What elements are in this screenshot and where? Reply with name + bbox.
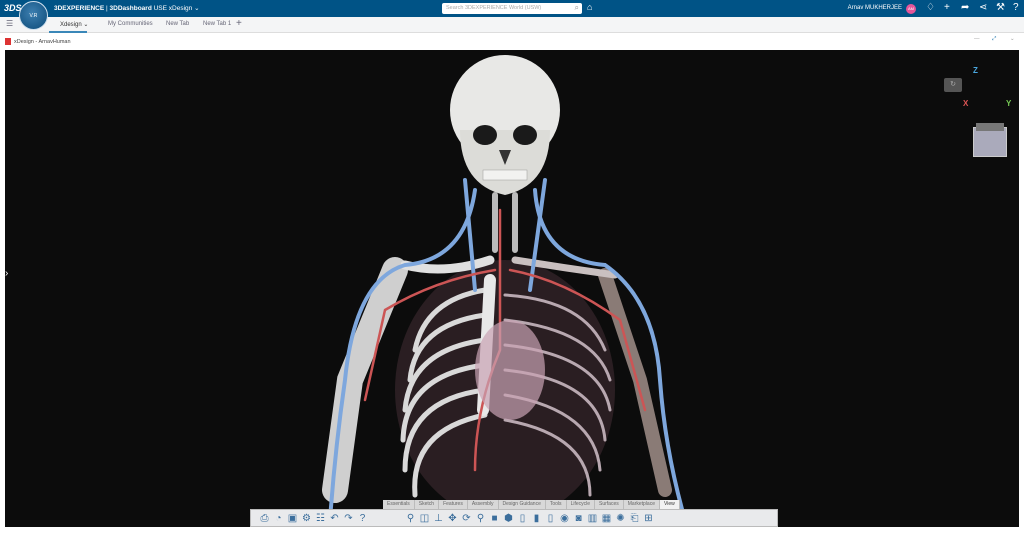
search-input[interactable]: Search 3DEXPERIENCE World (USW) ⌕ xyxy=(442,3,582,14)
avatar[interactable]: AM xyxy=(906,4,916,14)
toolbar-tab-lifecycle[interactable]: Lifecycle xyxy=(567,500,596,509)
rotate-icon[interactable]: ⟳ xyxy=(461,513,472,524)
add-icon[interactable]: + xyxy=(944,2,950,13)
minimize-icon[interactable]: — xyxy=(974,36,980,42)
expand-panel-icon[interactable]: › xyxy=(5,268,8,279)
tab-new-tab[interactable]: New Tab xyxy=(166,21,189,27)
chevron-down-icon: ⌄ xyxy=(194,5,200,12)
capture-icon[interactable]: ⎗ xyxy=(629,513,640,524)
normal-view-icon[interactable]: ⊥ xyxy=(433,513,444,524)
toolbar-tab-features[interactable]: Features xyxy=(439,500,468,509)
widget-title: xDesign - ArnavHuman xyxy=(14,39,71,45)
tab-bar: ☰ Xdesign ⌄ My Communities New Tab New T… xyxy=(0,17,1024,33)
history-icon[interactable]: ◔ xyxy=(273,513,284,524)
menu-icon[interactable]: ☰ xyxy=(6,19,13,28)
view-orientation-icon[interactable]: ■ xyxy=(489,513,500,524)
open-icon[interactable]: ⎙ xyxy=(259,513,270,524)
section-icon[interactable]: ⊞ xyxy=(643,513,654,524)
wireframe-icon[interactable]: ▯ xyxy=(545,513,556,524)
rotate-view-button[interactable]: ↻ xyxy=(944,78,962,92)
top-bar: 3DS 3DEXPERIENCE | 3DDashboard USE xDesi… xyxy=(0,0,1024,17)
toolbar-tab-design-guidance[interactable]: Design Guidance xyxy=(499,500,546,509)
search-icon[interactable]: ⌕ xyxy=(575,3,579,13)
axis-x-label: X xyxy=(963,99,969,108)
app-label: 3DDashboard xyxy=(109,5,152,12)
app-title[interactable]: 3DEXPERIENCE | 3DDashboard USE xDesign ⌄ xyxy=(54,4,200,12)
maximize-icon[interactable]: ⤢ xyxy=(992,36,996,43)
grid-icon[interactable]: ▦ xyxy=(601,513,612,524)
action-bar-tabs: Essentials Sketch Features Assembly Desi… xyxy=(383,500,680,509)
toolbar-tab-sketch[interactable]: Sketch xyxy=(415,500,440,509)
network-icon[interactable]: ⋖ xyxy=(979,2,987,13)
toolbar-tab-surfaces[interactable]: Surfaces xyxy=(595,500,624,509)
navigation-cube[interactable] xyxy=(973,127,1007,157)
widget-title-bar: xDesign - ArnavHuman — ⤢ ⌄ xyxy=(0,33,1024,50)
undo-icon[interactable]: ↶ xyxy=(329,513,340,524)
visibility-icon[interactable]: ◉ xyxy=(559,513,570,524)
toolbar-tab-assembly[interactable]: Assembly xyxy=(468,500,499,509)
tab-new-tab-1[interactable]: New Tab 1 xyxy=(203,21,231,27)
xdesign-app-icon xyxy=(5,38,11,45)
isometric-icon[interactable]: ⬢ xyxy=(503,513,514,524)
action-bar: ⎙ ◔ ▣ ⚙ ☷ ↶ ↷? ⚲ ◫ ⊥ ✥ ⟳ ⚲ ■ ⬢ ▯ ▮ ▯ ◉ ◙ ▥ ▦ ✺ ⎗ ⊞ xyxy=(250,509,778,527)
material-icon[interactable]: ▥ xyxy=(587,513,598,524)
bottom-strip xyxy=(0,527,1024,534)
user-name[interactable]: Arnav MUKHERJEE xyxy=(848,5,902,11)
chevron-down-icon[interactable]: ⌄ xyxy=(1010,36,1015,42)
tools-icon[interactable]: ⚒ xyxy=(996,2,1005,13)
lighting-icon[interactable]: ✺ xyxy=(615,513,626,524)
cylinder-icon[interactable]: ▯ xyxy=(517,513,528,524)
fit-all-icon[interactable]: ◫ xyxy=(419,513,430,524)
toolbar-tab-view[interactable]: View xyxy=(659,500,680,509)
toolbar-tab-marketplace[interactable]: Marketplace xyxy=(624,500,660,509)
shaded-icon[interactable]: ▮ xyxy=(531,513,542,524)
toolbar-tab-tools[interactable]: Tools xyxy=(546,500,567,509)
tab-my-communities[interactable]: My Communities xyxy=(108,21,153,27)
zoom-icon[interactable]: ⚲ xyxy=(475,513,486,524)
tab-label: Xdesign xyxy=(60,22,82,28)
dashboard-label: USE xDesign xyxy=(153,5,193,12)
tag-icon[interactable]: ⌂ xyxy=(587,2,592,12)
view-selector-dropdown[interactable] xyxy=(976,123,1004,131)
toolbar-tab-essentials[interactable]: Essentials xyxy=(383,500,415,509)
pan-icon[interactable]: ✥ xyxy=(447,513,458,524)
render-icon[interactable]: ◙ xyxy=(573,513,584,524)
settings-icon[interactable]: ⚙ xyxy=(301,513,312,524)
share-icon[interactable]: ➦ xyxy=(961,2,969,13)
3d-viewport[interactable]: › ↻ Z X Y xyxy=(5,50,1019,527)
add-tab-icon[interactable]: + xyxy=(236,18,242,29)
chevron-down-icon: ⌄ xyxy=(83,22,89,28)
brand-label: 3DEXPERIENCE xyxy=(54,5,105,12)
properties-icon[interactable]: ☷ xyxy=(315,513,326,524)
help-icon[interactable]: ? xyxy=(357,513,368,524)
axis-z-label: Z xyxy=(973,66,978,75)
search-placeholder: Search 3DEXPERIENCE World (USW) xyxy=(446,5,542,11)
notifications-icon[interactable]: ♢ xyxy=(926,2,935,13)
anatomy-model xyxy=(322,55,687,522)
compass-version: V.R xyxy=(29,13,38,19)
tab-xdesign[interactable]: Xdesign ⌄ xyxy=(60,21,88,28)
help-icon[interactable]: ? xyxy=(1013,2,1019,13)
axis-y-label: Y xyxy=(1006,99,1012,108)
search-model-icon[interactable]: ⚲ xyxy=(405,513,416,524)
redo-icon[interactable]: ↷ xyxy=(343,513,354,524)
save-icon[interactable]: ▣ xyxy=(287,513,298,524)
compass-button[interactable]: V.R xyxy=(19,1,48,30)
